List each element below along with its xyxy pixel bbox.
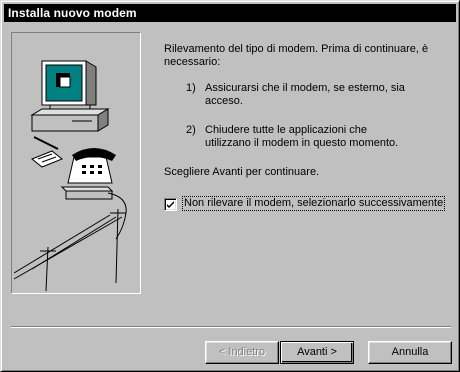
skip-detection-checkbox[interactable] — [164, 198, 177, 211]
step-2-text: Chiudere tutte le applicazioni che utili… — [205, 124, 399, 149]
skip-detection-option[interactable]: Non rilevare il modem, selezionarlo succ… — [164, 196, 454, 213]
check-mark-icon — [167, 201, 174, 208]
intro-text: Rilevamento del tipo di modem. Prima di … — [164, 43, 429, 68]
step-1-number: 1) — [186, 82, 196, 94]
window-title: Installa nuovo modem — [8, 6, 137, 20]
next-button[interactable]: Avanti > — [280, 341, 354, 364]
dialog-window: Installa nuovo modem Rilevamento del tip… — [0, 0, 460, 372]
instruction-text: Scegliere Avanti per continuare. — [164, 166, 320, 178]
cancel-button[interactable]: Annulla — [368, 341, 452, 364]
step-2-number: 2) — [186, 124, 196, 136]
wizard-illustration — [11, 32, 141, 294]
footer-separator — [11, 326, 451, 328]
computer-telephone-modem-icon — [13, 60, 127, 292]
skip-detection-label[interactable]: Non rilevare il modem, selezionarlo succ… — [181, 196, 446, 211]
step-1-text: Assicurarsi che il modem, se esterno, si… — [205, 82, 405, 107]
step-2: 2) Chiudere tutte le applicazioni che ut… — [186, 124, 426, 152]
title-bar[interactable]: Installa nuovo modem — [4, 4, 456, 22]
back-button[interactable]: < Indietro — [205, 341, 279, 364]
step-1: 1) Assicurarsi che il modem, se esterno,… — [186, 82, 426, 110]
